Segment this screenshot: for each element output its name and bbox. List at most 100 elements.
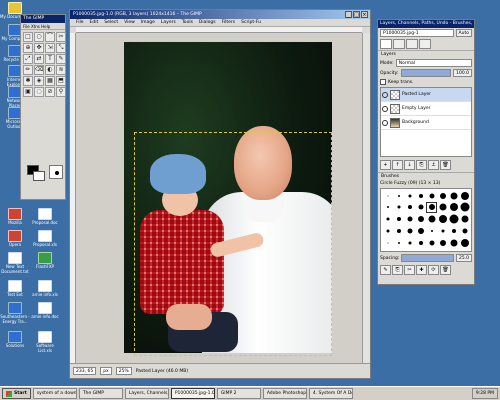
taskbar-button[interactable]: 4. System Of A Dow... <box>308 388 353 399</box>
toolbox-menu[interactable]: File Xtns Help <box>21 23 65 30</box>
brush-item[interactable] <box>383 238 392 247</box>
tool-icon[interactable]: ⌒ <box>45 32 55 42</box>
tool-icon[interactable]: ⚲ <box>56 87 66 97</box>
tool-icon[interactable]: ○ <box>34 32 44 42</box>
brush-item[interactable] <box>394 226 403 235</box>
brush-item[interactable] <box>383 191 392 200</box>
desktop-icon[interactable]: Test Ext <box>0 280 30 298</box>
brush-item[interactable] <box>416 203 425 212</box>
anchor-layer-button[interactable]: ⚓ <box>428 160 439 170</box>
tool-icon[interactable]: ✏ <box>23 65 33 75</box>
opacity-slider[interactable] <box>400 69 452 77</box>
image-canvas[interactable] <box>76 33 362 363</box>
menu-filters[interactable]: Filters <box>222 19 236 26</box>
tool-icon[interactable]: ⤢ <box>23 54 33 64</box>
delete-layer-button[interactable]: 🗑 <box>440 160 451 170</box>
delete-brush-button[interactable]: 🗑 <box>440 265 451 275</box>
tool-icon[interactable]: T <box>45 54 55 64</box>
layer-row[interactable]: Empty Layer <box>381 102 471 116</box>
keep-trans-checkbox[interactable] <box>380 79 386 85</box>
brush-item[interactable] <box>438 238 447 247</box>
tool-icon[interactable]: ▣ <box>23 87 33 97</box>
brush-item[interactable] <box>383 203 392 212</box>
desktop-icon[interactable]: FlashFXP <box>30 252 60 270</box>
taskbar-button[interactable]: P1000035.jpg-1.0 (R... <box>170 388 215 399</box>
auto-button[interactable]: Auto <box>455 29 472 37</box>
tool-icon[interactable]: ▦ <box>45 76 55 86</box>
brush-item[interactable] <box>426 201 437 213</box>
duplicate-layer-button[interactable]: ⎘ <box>416 160 427 170</box>
brush-item[interactable] <box>394 238 403 247</box>
cut-brush-button[interactable]: ✂ <box>404 265 415 275</box>
brush-item[interactable] <box>449 203 458 212</box>
eye-icon[interactable] <box>382 91 388 98</box>
raise-layer-button[interactable]: ↑ <box>392 160 403 170</box>
brush-item[interactable] <box>438 226 447 235</box>
tab-paths[interactable] <box>406 39 418 49</box>
minimize-button[interactable]: _ <box>345 11 352 18</box>
desktop-icon[interactable]: arnie info.xls <box>30 280 60 298</box>
taskbar-button[interactable]: system of a down <box>32 388 77 399</box>
brush-item[interactable] <box>427 191 436 200</box>
spacing-slider[interactable] <box>401 254 454 262</box>
brush-item[interactable] <box>405 238 414 247</box>
brush-item[interactable] <box>460 191 469 200</box>
tool-icon[interactable]: □ <box>23 32 33 42</box>
layer-row[interactable]: Background <box>381 116 471 130</box>
tab-channels[interactable] <box>393 39 405 49</box>
brush-item[interactable] <box>427 226 436 235</box>
brush-item[interactable] <box>438 215 447 224</box>
brush-item[interactable] <box>383 226 392 235</box>
desktop-icon[interactable]: Proposal.xls <box>30 230 60 248</box>
brush-item[interactable] <box>449 226 458 235</box>
tool-icon[interactable]: ⬒ <box>56 76 66 86</box>
desktop-icon[interactable]: New Text Document.txt <box>0 252 30 274</box>
brush-item[interactable] <box>427 215 436 224</box>
tool-icon[interactable]: ✥ <box>34 43 44 53</box>
brush-item[interactable] <box>405 226 414 235</box>
tool-icon[interactable]: ◐ <box>45 65 55 75</box>
eye-icon[interactable] <box>382 119 388 126</box>
tool-icon[interactable]: ✂ <box>56 32 66 42</box>
tool-icon[interactable]: ◈ <box>34 76 44 86</box>
new-layer-button[interactable]: + <box>380 160 391 170</box>
close-button[interactable]: × <box>361 11 368 18</box>
brush-item[interactable] <box>405 203 414 212</box>
tool-icon[interactable]: ✱ <box>23 76 33 86</box>
brush-item[interactable] <box>383 215 392 224</box>
tool-icon[interactable]: ◌ <box>34 87 44 97</box>
menu-dialogs[interactable]: Dialogs <box>199 19 216 26</box>
brush-item[interactable] <box>427 238 436 247</box>
tool-icon[interactable]: ⊘ <box>45 87 55 97</box>
taskbar-button[interactable]: The GIMP <box>78 388 123 399</box>
desktop-icon[interactable]: Mozilla <box>0 208 30 226</box>
unit-select[interactable]: px <box>100 367 112 375</box>
tool-icon[interactable]: ⊕ <box>23 43 33 53</box>
brush-item[interactable] <box>416 226 425 235</box>
brush-item[interactable] <box>405 191 414 200</box>
menu-image[interactable]: Image <box>141 19 155 26</box>
brush-item[interactable] <box>405 215 414 224</box>
layer-row[interactable]: Pasted Layer <box>381 88 471 102</box>
opacity-value[interactable]: 100.0 <box>453 69 472 77</box>
brush-item[interactable] <box>438 203 447 212</box>
mode-select[interactable]: Normal <box>395 59 472 67</box>
tool-icon[interactable]: ⇲ <box>45 43 55 53</box>
menu-script-fu[interactable]: Script-Fu <box>241 19 261 26</box>
tool-icon[interactable]: ≋ <box>56 65 66 75</box>
brush-item[interactable] <box>416 238 425 247</box>
desktop-icon[interactable]: Proposal.doc <box>30 208 60 226</box>
eye-icon[interactable] <box>382 105 388 112</box>
brush-preview[interactable] <box>49 165 63 179</box>
menu-file[interactable]: File <box>76 19 84 26</box>
brush-item[interactable] <box>460 203 469 212</box>
brush-item[interactable] <box>449 238 458 247</box>
brush-item[interactable] <box>460 215 469 224</box>
menu-view[interactable]: View <box>124 19 135 26</box>
tool-icon[interactable]: ✎ <box>56 54 66 64</box>
start-button[interactable]: Start <box>2 388 31 399</box>
desktop-icon[interactable]: Southeastern - Energy Tra... <box>0 302 30 324</box>
spacing-value[interactable]: 25.0 <box>455 254 472 262</box>
brush-item[interactable] <box>460 238 469 247</box>
image-select[interactable]: P1000035.jpg-1 <box>380 29 454 37</box>
